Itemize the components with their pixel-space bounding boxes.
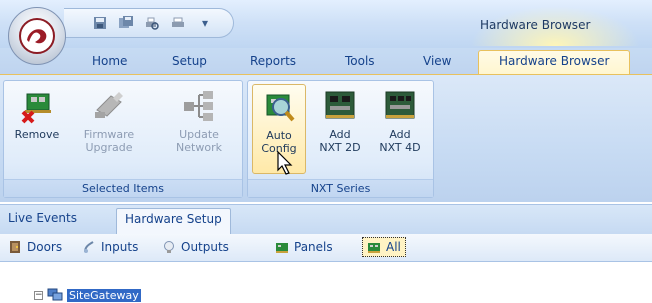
remove-board-icon (21, 93, 51, 124)
group-nxt-series: Auto Config Add NXT 2D Add NXT 4D NXT Se… (247, 80, 434, 198)
remove-button[interactable]: Remove (10, 84, 64, 174)
group-label-selected-items: Selected Items (4, 179, 242, 197)
app-title: Hardware Browser (480, 18, 591, 32)
collapse-icon[interactable]: − (34, 290, 43, 300)
filter-outputs-label: Outputs (181, 240, 229, 254)
group-label-nxt-series: NXT Series (248, 179, 433, 197)
all-icon (368, 243, 380, 253)
tab-live-events[interactable]: Live Events (8, 211, 77, 225)
filter-all-button[interactable]: All (362, 237, 406, 257)
document-tab-strip: Live Events Hardware Setup (0, 204, 652, 235)
mouse-pointer-icon (277, 151, 293, 175)
input-icon (84, 241, 94, 253)
nxt-4d-board-icon (385, 91, 415, 119)
group-selected-items: Remove Firmware Upgrade Update Network S… (3, 80, 243, 198)
app-logo-icon (19, 18, 55, 54)
panel-icon (276, 243, 288, 253)
add-nxt-2d-button[interactable]: Add NXT 2D (314, 84, 366, 174)
tab-hardware-setup[interactable]: Hardware Setup (116, 208, 231, 235)
filter-doors-label: Doors (27, 240, 63, 254)
filter-outputs-button[interactable]: Outputs (162, 240, 229, 254)
update-network-button-label: Update Network (176, 128, 222, 154)
tab-home[interactable]: Home (92, 54, 127, 68)
output-icon (164, 241, 174, 253)
tab-tools[interactable]: Tools (345, 54, 375, 68)
filter-toolbar: Doors Inputs Outputs Panels All (0, 234, 652, 262)
door-icon (10, 241, 20, 253)
filter-inputs-label: Inputs (101, 240, 139, 254)
add-nxt-4d-button-label: Add NXT 4D (379, 128, 421, 154)
firmware-upgrade-icon (95, 92, 123, 118)
add-nxt-4d-button[interactable]: Add NXT 4D (374, 84, 426, 174)
tree-node-sitegateway[interactable]: − SiteGateway (34, 288, 141, 302)
tab-view[interactable]: View (423, 54, 451, 68)
application-menu-button[interactable] (8, 7, 66, 65)
tab-hardware-browser[interactable]: Hardware Browser (478, 50, 631, 75)
auto-config-icon (266, 94, 295, 122)
quick-access-toolbar: ▾ (64, 8, 234, 38)
firmware-upgrade-button-label: Firmware Upgrade (83, 128, 135, 154)
customize-toolbar-dropdown-icon[interactable]: ▾ (202, 16, 208, 30)
filter-inputs-button[interactable]: Inputs (82, 240, 138, 254)
tree-node-label: SiteGateway (67, 288, 141, 302)
tab-setup[interactable]: Setup (172, 54, 207, 68)
ribbon-tab-row: Home Setup Reports Tools View Hardware B… (0, 48, 652, 75)
network-computers-icon (47, 288, 63, 301)
save-icon[interactable] (92, 15, 108, 31)
update-network-icon (184, 91, 213, 121)
remove-button-label: Remove (14, 128, 60, 141)
add-nxt-2d-button-label: Add NXT 2D (319, 128, 361, 154)
ribbon-panel: Remove Firmware Upgrade Update Network S… (0, 74, 652, 202)
update-network-button[interactable]: Update Network (164, 84, 234, 174)
print-preview-icon[interactable] (144, 15, 160, 31)
filter-panels-button[interactable]: Panels (275, 240, 333, 254)
tab-reports[interactable]: Reports (250, 54, 296, 68)
filter-all-label: All (386, 240, 401, 254)
nxt-2d-board-icon (325, 91, 355, 119)
save-all-icon[interactable] (118, 15, 134, 31)
auto-config-button[interactable]: Auto Config (252, 84, 306, 175)
filter-doors-button[interactable]: Doors (8, 240, 62, 254)
print-icon[interactable] (170, 15, 186, 31)
firmware-upgrade-button[interactable]: Firmware Upgrade (74, 84, 144, 174)
hardware-tree: − SiteGateway (0, 262, 652, 303)
filter-panels-label: Panels (294, 240, 333, 254)
